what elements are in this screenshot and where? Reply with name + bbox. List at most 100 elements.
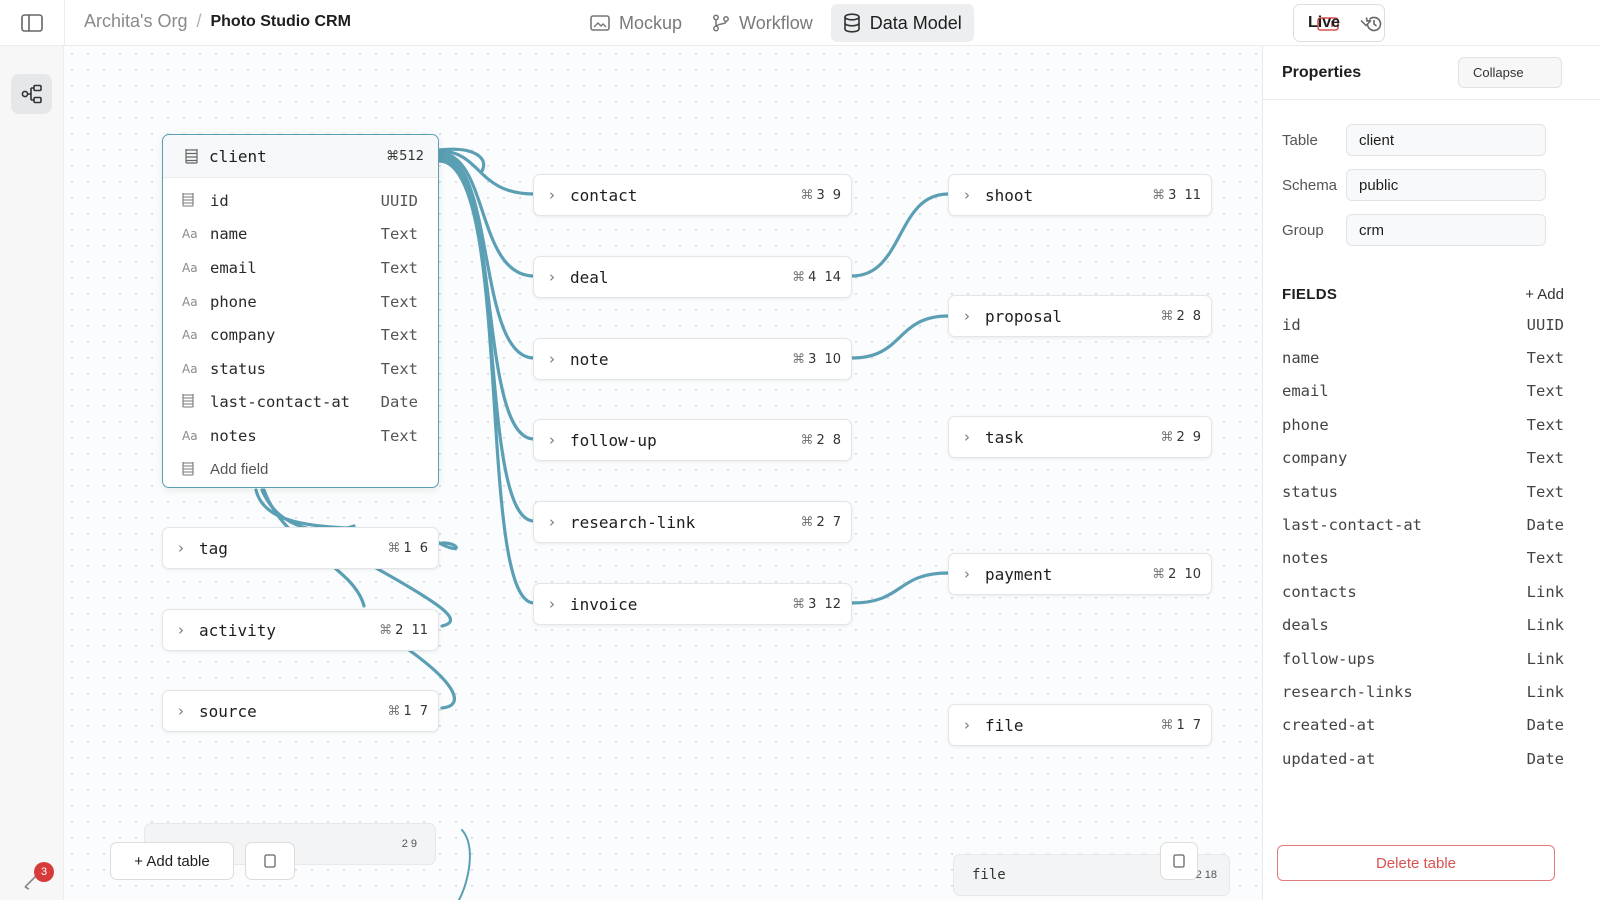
delete-table-button[interactable]: Delete table bbox=[1277, 845, 1555, 881]
properties-panel: Properties Collapse Table client Schema … bbox=[1262, 46, 1600, 900]
text-type-icon: Aa bbox=[182, 227, 198, 242]
table-node-name: note bbox=[570, 349, 609, 369]
edge-client-follow-up bbox=[437, 155, 536, 441]
table-node-payment[interactable]: › payment ⌘ 2 10 bbox=[948, 553, 1212, 595]
group-input[interactable]: crm bbox=[1346, 214, 1546, 246]
table-node-name: research-link bbox=[570, 512, 696, 532]
client-field-type: Date bbox=[380, 393, 418, 412]
chevron-right-icon: › bbox=[549, 513, 555, 531]
client-field-name: phone bbox=[210, 292, 257, 311]
table-node-name: payment bbox=[985, 564, 1053, 584]
table-node-client[interactable]: client ⌘512 id UUID Aa name Text Aa emai… bbox=[162, 134, 439, 488]
table-node-contact[interactable]: › contact ⌘ 3 9 bbox=[533, 174, 852, 216]
breadcrumb: Archita's Org / Photo Studio CRM bbox=[84, 11, 351, 32]
add-field-button[interactable]: Add field bbox=[163, 453, 438, 487]
table-node-name: contact bbox=[570, 185, 638, 205]
field-type: Text bbox=[1526, 449, 1564, 468]
chevron-down-icon bbox=[1360, 19, 1372, 27]
edge-client-loop bbox=[437, 147, 486, 173]
table-node-tag[interactable]: › tag ⌘ 1 6 bbox=[162, 527, 439, 569]
table-node-activity[interactable]: › activity ⌘ 2 11 bbox=[162, 609, 439, 651]
field-type: Text bbox=[1526, 415, 1564, 434]
table-node-deal[interactable]: › deal ⌘ 4 14 bbox=[533, 256, 852, 298]
schema-input[interactable]: public bbox=[1346, 169, 1546, 201]
properties-field-row[interactable]: follow-ups Link bbox=[1282, 642, 1564, 675]
canvas-tool-button[interactable] bbox=[245, 842, 295, 880]
group-row: Group crm bbox=[1282, 214, 1564, 246]
client-field-name: email bbox=[210, 258, 257, 277]
add-field-link[interactable]: + Add bbox=[1525, 286, 1564, 303]
table-node-name: shoot bbox=[985, 185, 1034, 205]
branch-icon bbox=[713, 14, 729, 32]
properties-field-row[interactable]: contacts Link bbox=[1282, 575, 1564, 608]
schema-view-button[interactable] bbox=[11, 74, 52, 114]
tab-data-model[interactable]: Data Model bbox=[830, 4, 974, 42]
environment-select[interactable]: Live bbox=[1293, 4, 1385, 42]
client-field-row[interactable]: Aa status Text bbox=[163, 352, 438, 386]
table-node-count: ⌘ 3 11 bbox=[1152, 187, 1201, 203]
properties-field-row[interactable]: deals Link bbox=[1282, 609, 1564, 642]
table-node-note[interactable]: › note ⌘ 3 10 bbox=[533, 338, 852, 380]
client-field-name: last-contact-at bbox=[210, 393, 350, 412]
client-field-row[interactable]: Aa notes Text bbox=[163, 419, 438, 453]
properties-field-row[interactable]: status Text bbox=[1282, 475, 1564, 508]
properties-field-row[interactable]: phone Text bbox=[1282, 408, 1564, 441]
add-table-button[interactable]: + Add table bbox=[110, 842, 234, 880]
chevron-right-icon: › bbox=[178, 539, 184, 557]
table-node-task[interactable]: › task ⌘ 2 9 bbox=[948, 416, 1212, 458]
table-node-name: task bbox=[985, 427, 1024, 447]
client-field-row[interactable]: last-contact-at Date bbox=[163, 386, 438, 420]
table-node-client-header[interactable]: client ⌘512 bbox=[163, 135, 438, 178]
tab-mockup[interactable]: Mockup bbox=[578, 4, 694, 42]
table-node-count: ⌘ 1 6 bbox=[387, 540, 428, 556]
client-field-row[interactable]: Aa phone Text bbox=[163, 285, 438, 319]
diagram-canvas[interactable]: client ⌘512 id UUID Aa name Text Aa emai… bbox=[64, 46, 1262, 900]
client-field-row[interactable]: Aa email Text bbox=[163, 251, 438, 285]
table-name-input[interactable]: client bbox=[1346, 124, 1546, 156]
breadcrumb-project[interactable]: Photo Studio CRM bbox=[210, 13, 350, 31]
table-node-count: ⌘ 2 11 bbox=[379, 622, 428, 638]
properties-field-row[interactable]: email Text bbox=[1282, 375, 1564, 408]
notifications-button[interactable]: 3 bbox=[22, 862, 58, 898]
client-field-type: Text bbox=[380, 225, 418, 244]
properties-field-row[interactable]: company Text bbox=[1282, 442, 1564, 475]
properties-field-row[interactable]: id UUID bbox=[1282, 308, 1564, 341]
chevron-right-icon: › bbox=[549, 350, 555, 368]
client-field-row[interactable]: id UUID bbox=[163, 184, 438, 218]
table-node-follow-up[interactable]: › follow-up ⌘ 2 8 bbox=[533, 419, 852, 461]
client-field-name: status bbox=[210, 359, 266, 378]
sidebar-toggle-button[interactable] bbox=[18, 11, 46, 35]
schema-label: Schema bbox=[1282, 176, 1338, 194]
client-field-row[interactable]: Aa name Text bbox=[163, 218, 438, 252]
field-name: updated-at bbox=[1282, 749, 1376, 768]
table-node-invoice[interactable]: › invoice ⌘ 3 12 bbox=[533, 583, 852, 625]
client-field-type: Text bbox=[380, 326, 418, 345]
client-field-list: id UUID Aa name Text Aa email Text Aa ph… bbox=[163, 178, 438, 486]
properties-field-row[interactable]: research-links Link bbox=[1282, 675, 1564, 708]
properties-field-row[interactable]: notes Text bbox=[1282, 542, 1564, 575]
sidebar-icon bbox=[21, 14, 43, 32]
table-node-source[interactable]: › source ⌘ 1 7 bbox=[162, 690, 439, 732]
canvas-fit-button[interactable] bbox=[1160, 842, 1198, 880]
properties-field-row[interactable]: last-contact-at Date bbox=[1282, 508, 1564, 541]
table-node-proposal[interactable]: › proposal ⌘ 2 8 bbox=[948, 295, 1212, 337]
add-field-label: Add field bbox=[210, 461, 269, 479]
client-field-name: name bbox=[210, 225, 248, 244]
client-field-row[interactable]: Aa company Text bbox=[163, 318, 438, 352]
breadcrumb-org[interactable]: Archita's Org bbox=[84, 11, 187, 32]
collapse-button[interactable]: Collapse bbox=[1458, 57, 1562, 88]
edge-ghost bbox=[458, 829, 471, 900]
properties-field-row[interactable]: name Text bbox=[1282, 341, 1564, 374]
tab-workflow[interactable]: Workflow bbox=[700, 4, 825, 42]
table-node-research-link[interactable]: › research-link ⌘ 2 7 bbox=[533, 501, 852, 543]
tab-workflow-label: Workflow bbox=[739, 12, 813, 33]
chevron-right-icon: › bbox=[178, 702, 184, 720]
field-type: Link bbox=[1526, 616, 1564, 635]
field-name: notes bbox=[1282, 549, 1329, 568]
table-node-client-name: client bbox=[209, 146, 267, 166]
properties-field-row[interactable]: created-at Date bbox=[1282, 709, 1564, 742]
properties-field-row[interactable]: updated-at Date bbox=[1282, 742, 1564, 775]
table-node-file[interactable]: › file ⌘ 1 7 bbox=[948, 704, 1212, 746]
schema-row: Schema public bbox=[1282, 169, 1564, 201]
table-node-shoot[interactable]: › shoot ⌘ 3 11 bbox=[948, 174, 1212, 216]
